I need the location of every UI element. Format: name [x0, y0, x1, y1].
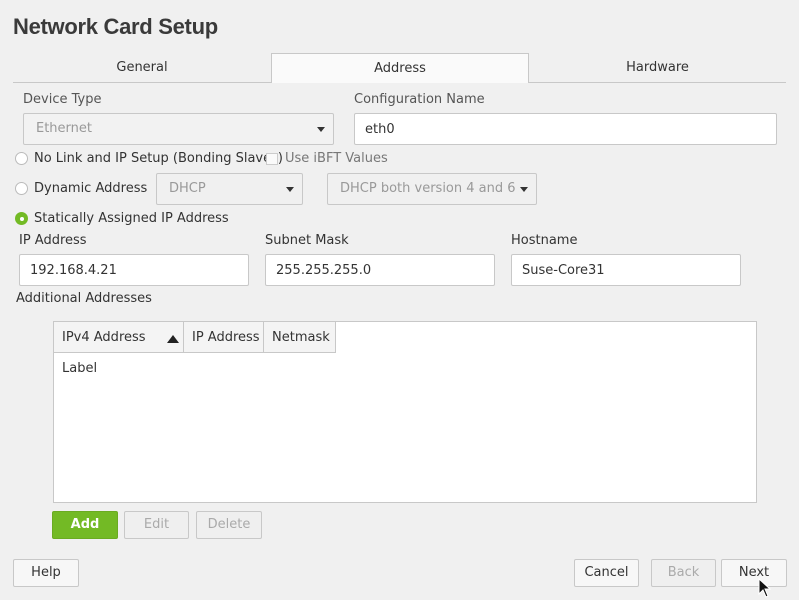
chevron-down-icon: [317, 127, 325, 132]
static-address-label: Statically Assigned IP Address: [34, 211, 229, 226]
tab-label: General: [116, 60, 168, 75]
delete-button[interactable]: Delete: [196, 511, 262, 539]
use-ibft-checkbox[interactable]: [266, 153, 278, 165]
static-address-radio[interactable]: [15, 212, 28, 225]
column-header-text: IPv4 Address Label: [62, 330, 146, 376]
additional-addresses-table[interactable]: IPv4 Address Label IP Address Netmask: [53, 321, 757, 503]
ip-address-label: IP Address: [19, 233, 87, 248]
subnet-mask-input[interactable]: [265, 254, 495, 286]
dhcp-version-value: DHCP both version 4 and 6: [340, 181, 516, 196]
mouse-cursor-icon: [758, 578, 772, 598]
sort-ascending-icon: [167, 335, 179, 343]
hostname-input[interactable]: [511, 254, 741, 286]
column-header-text: Netmask: [272, 330, 330, 345]
tab-address[interactable]: Address: [271, 53, 529, 83]
subnet-mask-label: Subnet Mask: [265, 233, 349, 248]
ip-address-input[interactable]: [19, 254, 249, 286]
config-name-input[interactable]: [354, 113, 777, 145]
cancel-button[interactable]: Cancel: [574, 559, 639, 587]
dynamic-address-radio[interactable]: [15, 182, 28, 195]
hostname-label: Hostname: [511, 233, 578, 248]
device-type-label: Device Type: [23, 92, 102, 107]
tab-general[interactable]: General: [13, 53, 271, 82]
dhcp-version-select[interactable]: DHCP both version 4 and 6: [327, 173, 537, 205]
column-header-ip-address[interactable]: IP Address: [184, 322, 264, 353]
no-link-label: No Link and IP Setup (Bonding Slaves): [34, 151, 283, 166]
device-type-value: Ethernet: [36, 121, 92, 136]
help-button[interactable]: Help: [13, 559, 79, 587]
tab-label: Address: [374, 61, 426, 76]
edit-button[interactable]: Edit: [124, 511, 189, 539]
tab-hardware[interactable]: Hardware: [529, 53, 786, 82]
next-button[interactable]: Next: [721, 559, 787, 587]
device-type-select[interactable]: Ethernet: [23, 113, 334, 145]
config-name-label: Configuration Name: [354, 92, 485, 107]
dynamic-mode-value: DHCP: [169, 181, 206, 196]
tab-label: Hardware: [626, 60, 689, 75]
add-button[interactable]: Add: [52, 511, 118, 539]
column-header-netmask[interactable]: Netmask: [264, 322, 336, 353]
chevron-down-icon: [520, 187, 528, 192]
use-ibft-label: Use iBFT Values: [285, 151, 388, 166]
dynamic-mode-select[interactable]: DHCP: [156, 173, 303, 205]
page-title: Network Card Setup: [13, 14, 218, 39]
column-header-text: IP Address: [192, 330, 260, 345]
back-button[interactable]: Back: [651, 559, 716, 587]
column-header-ipv4-label[interactable]: IPv4 Address Label: [54, 322, 184, 376]
no-link-radio[interactable]: [15, 152, 28, 165]
additional-addresses-label: Additional Addresses: [16, 291, 152, 306]
tab-bar: General Address Hardware: [13, 53, 786, 83]
chevron-down-icon: [286, 187, 294, 192]
dynamic-address-label: Dynamic Address: [34, 181, 148, 196]
